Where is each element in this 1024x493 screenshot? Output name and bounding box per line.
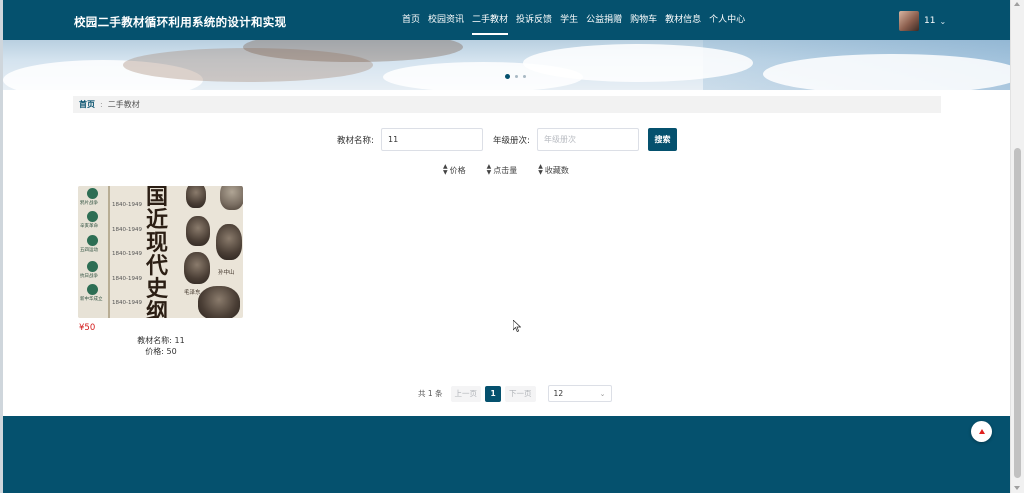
site-title: 校园二手教材循环利用系统的设计和实现	[74, 15, 287, 29]
nav-item-personal-center[interactable]: 个人中心	[705, 0, 749, 40]
sort-options: ▲ ▼ 价格 ▲ ▼ 点击量 ▲ ▼ 收藏数	[443, 164, 569, 176]
portrait-image	[216, 224, 242, 260]
nav-item-used-textbooks[interactable]: 二手教材	[468, 0, 512, 40]
search-button[interactable]: 搜索	[648, 128, 677, 151]
nav-item-donations[interactable]: 公益捐赠	[582, 0, 626, 40]
timeline-year: 1840-1949	[112, 227, 142, 233]
timeline-label: 辛亥革命	[80, 224, 98, 229]
product-card[interactable]: 鸦片战争 1840-1949 辛亥革命 1840-1949 五四运动 1840-…	[78, 186, 244, 318]
timeline-label: 鸦片战争	[80, 201, 98, 206]
portrait-image	[184, 252, 210, 284]
sort-icon: ▲ ▼	[443, 163, 448, 176]
chevron-down-icon: ⌄	[599, 389, 606, 398]
timeline-emblem-icon	[87, 284, 98, 295]
scrollbar-thumb[interactable]	[1014, 148, 1021, 478]
sort-label: 价格	[449, 165, 466, 175]
breadcrumb: 首页 : 二手教材	[73, 96, 941, 113]
arrow-up-icon	[978, 429, 985, 434]
banner-cloud	[763, 54, 1010, 90]
nav-item-textbook-info[interactable]: 教材信息	[661, 0, 705, 40]
sort-by-price[interactable]: ▲ ▼ 价格	[443, 164, 466, 176]
search-bar: 教材名称: 年级册次: 搜索	[0, 128, 1010, 152]
cover-timeline-line	[108, 186, 110, 318]
portrait-caption: 毛泽东	[184, 290, 201, 296]
breadcrumb-home[interactable]: 首页	[79, 99, 95, 110]
portrait-image	[186, 216, 210, 246]
page-footer	[3, 416, 1010, 493]
product-price: ¥50	[79, 323, 96, 333]
back-to-top-button[interactable]	[971, 421, 992, 442]
nav-item-cart[interactable]: 购物车	[626, 0, 661, 40]
timeline-year: 1840-1949	[112, 251, 142, 257]
grade-label: 年级册次:	[493, 136, 530, 146]
sort-by-clicks[interactable]: ▲ ▼ 点击量	[487, 164, 518, 176]
grade-input[interactable]	[537, 128, 639, 151]
sort-label: 点击量	[493, 165, 518, 175]
page-size-select[interactable]: 12 ⌄	[547, 385, 612, 402]
carousel-dot-3[interactable]	[523, 75, 526, 78]
main-nav: 首页 校园资讯 二手教材 投诉反馈 学生 公益捐赠 购物车 教材信息 个人中心	[398, 0, 749, 40]
pagination: 共 1 条 上一页 1 下一页 12 ⌄	[418, 385, 612, 402]
sort-label: 收藏数	[544, 165, 569, 175]
product-name-line: 教材名称: 11	[137, 336, 185, 345]
sort-by-favorites[interactable]: ▲ ▼ 收藏数	[538, 164, 569, 176]
timeline-label: 抗日战争	[80, 274, 98, 279]
breadcrumb-current: 二手教材	[107, 100, 140, 109]
carousel-dot-2[interactable]	[515, 75, 518, 78]
user-menu[interactable]: 11 ⌄	[899, 11, 946, 31]
scroll-down-icon[interactable]	[1014, 486, 1020, 490]
next-page-button[interactable]: 下一页	[505, 385, 536, 402]
timeline-year: 1840-1949	[112, 202, 142, 208]
nav-item-students[interactable]: 学生	[556, 0, 582, 40]
textbook-name-input[interactable]	[381, 128, 483, 151]
nav-item-campus-news[interactable]: 校园资讯	[424, 0, 468, 40]
user-avatar[interactable]	[899, 11, 919, 31]
timeline-emblem-icon	[87, 188, 98, 199]
timeline-label: 五四运动	[80, 248, 98, 253]
sort-icon: ▲ ▼	[538, 163, 543, 176]
portrait-caption: 孙中山	[218, 270, 235, 276]
vertical-scrollbar[interactable]	[1010, 0, 1024, 493]
banner-carousel[interactable]	[3, 40, 1010, 90]
prev-page-button[interactable]: 上一页	[450, 385, 482, 402]
chevron-down-icon[interactable]: ⌄	[939, 17, 946, 26]
textbook-name-label: 教材名称:	[337, 136, 374, 146]
portrait-image	[186, 186, 206, 208]
breadcrumb-separator: :	[100, 100, 103, 109]
nav-item-complaints[interactable]: 投诉反馈	[512, 0, 556, 40]
portrait-image	[220, 186, 243, 210]
carousel-dot-1[interactable]	[505, 74, 510, 79]
pagination-total: 共 1 条	[418, 389, 443, 398]
portrait-image	[198, 286, 240, 318]
product-price-line: 价格: 50	[145, 347, 177, 356]
page-size-value: 12	[553, 389, 564, 398]
textbook-cover-image[interactable]: 鸦片战争 1840-1949 辛亥革命 1840-1949 五四运动 1840-…	[78, 186, 243, 318]
nav-item-home[interactable]: 首页	[398, 0, 424, 40]
mouse-cursor-icon	[513, 320, 521, 332]
timeline-year: 1840-1949	[112, 276, 142, 282]
top-navbar: 校园二手教材循环利用系统的设计和实现 首页 校园资讯 二手教材 投诉反馈 学生 …	[3, 0, 1010, 40]
banner-cloud	[523, 44, 753, 82]
timeline-year: 1840-1949	[112, 300, 142, 306]
timeline-emblem-icon	[87, 261, 98, 272]
timeline-label: 新中华成立	[80, 297, 103, 302]
cover-title: 国近现代史纲要	[146, 186, 169, 318]
timeline-emblem-icon	[87, 211, 98, 222]
page-number-button[interactable]: 1	[485, 385, 502, 402]
scroll-up-icon[interactable]	[1014, 2, 1020, 6]
timeline-emblem-icon	[87, 235, 98, 246]
user-name[interactable]: 11	[924, 16, 935, 26]
carousel-indicators	[505, 74, 526, 79]
sort-icon: ▲ ▼	[486, 163, 492, 176]
